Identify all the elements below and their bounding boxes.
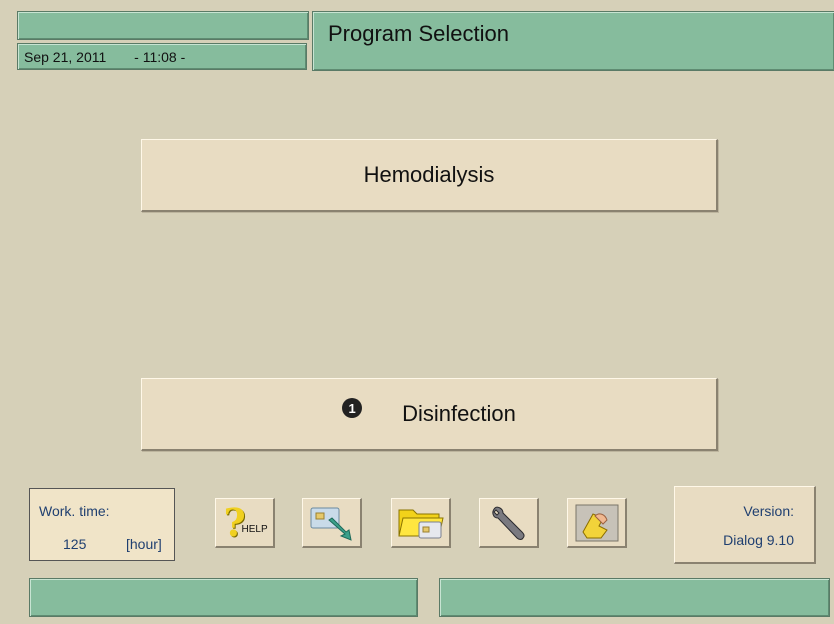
status-bar-top	[17, 11, 309, 40]
hemodialysis-label: Hemodialysis	[363, 162, 495, 187]
work-time-label: Work. time:	[39, 503, 110, 519]
version-value: Dialog 9.10	[723, 532, 794, 548]
page-title-bar: Program Selection	[312, 11, 834, 71]
card-eject-button[interactable]	[302, 498, 362, 548]
wrench-icon	[491, 506, 525, 540]
status-bar-bottom-left	[29, 578, 418, 617]
page-title: Program Selection	[328, 21, 509, 46]
help-text: HELP	[241, 523, 268, 535]
folder-card-icon	[397, 509, 444, 538]
date-time-bar: Sep 21, 2011 - 11:08 -	[17, 43, 307, 70]
folder-card-button[interactable]	[391, 498, 451, 548]
cleaning-button[interactable]	[567, 498, 627, 548]
hemodialysis-button[interactable]: Hemodialysis	[141, 139, 718, 212]
work-time-value: 125	[63, 536, 87, 552]
work-time-unit: [hour]	[126, 536, 162, 552]
time-label: - 11:08 -	[134, 49, 186, 65]
step-number-badge: 1	[342, 398, 363, 418]
version-label: Version:	[743, 503, 794, 519]
service-button[interactable]	[479, 498, 539, 548]
status-bar-bottom-right	[439, 578, 830, 617]
help-button[interactable]: ? HELP	[215, 498, 275, 548]
cleaning-hand-icon	[575, 504, 618, 541]
disinfection-button[interactable]: 1 Disinfection	[141, 378, 718, 451]
help-icon: ? HELP	[223, 499, 268, 545]
card-eject-icon	[310, 507, 352, 541]
date-label: Sep 21, 2011	[24, 49, 107, 65]
work-time-panel: Work. time: 125 [hour]	[29, 488, 175, 561]
disinfection-label: Disinfection	[402, 401, 516, 426]
version-panel[interactable]: Version: Dialog 9.10	[674, 486, 816, 564]
